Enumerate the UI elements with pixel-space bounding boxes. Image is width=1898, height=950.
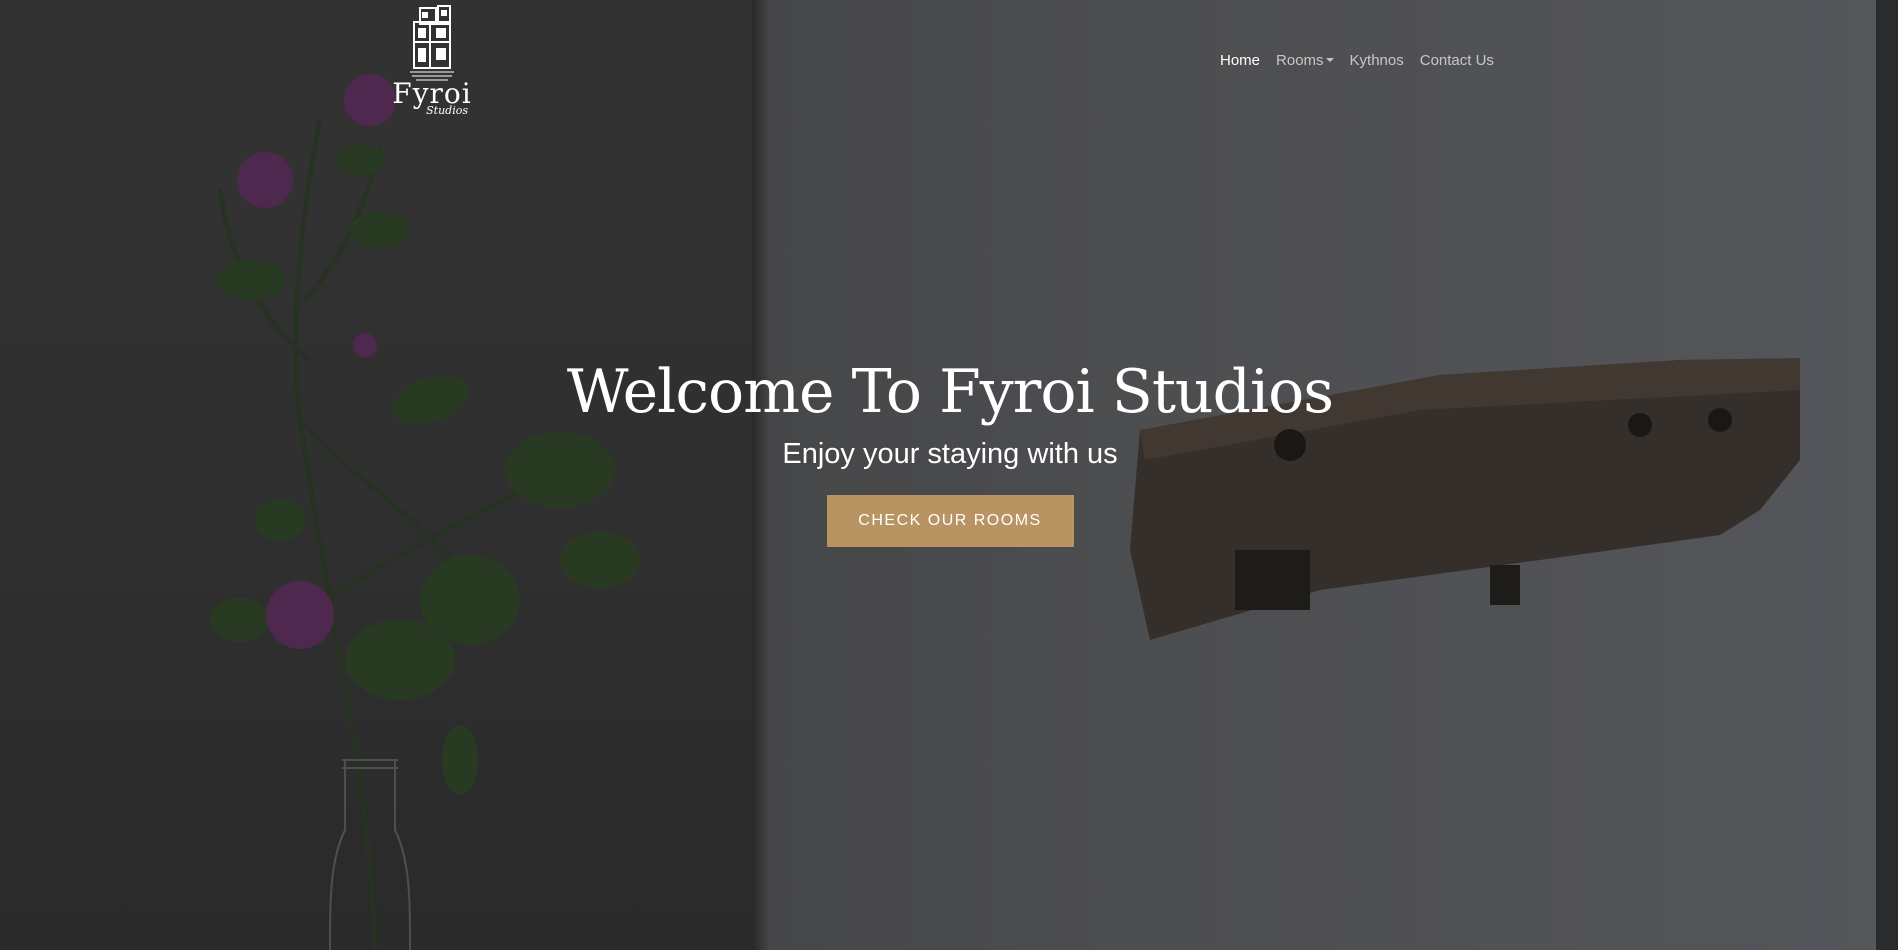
house-logo-icon — [410, 5, 454, 81]
nav-item-contact[interactable]: Contact Us — [1420, 52, 1494, 69]
hero-title: Welcome To Fyroi Studios — [566, 357, 1334, 427]
nav-item-rooms-label: Rooms — [1276, 52, 1324, 69]
nav-item-kythnos[interactable]: Kythnos — [1350, 52, 1404, 69]
nav-item-home[interactable]: Home — [1220, 52, 1260, 69]
hero-section: Fyroi Studios Home Rooms Kythnos Contact… — [0, 0, 1898, 950]
main-nav: Home Rooms Kythnos Contact Us — [1220, 52, 1494, 69]
hero-subtitle: Enjoy your staying with us — [782, 438, 1118, 470]
nav-item-rooms[interactable]: Rooms — [1276, 52, 1334, 69]
caret-down-icon — [1325, 58, 1334, 62]
check-rooms-button[interactable]: Check Our Rooms — [826, 495, 1074, 547]
site-logo[interactable]: Fyroi Studios — [392, 2, 472, 128]
hero-content: Welcome To Fyroi Studios Enjoy your stay… — [0, 356, 1898, 547]
